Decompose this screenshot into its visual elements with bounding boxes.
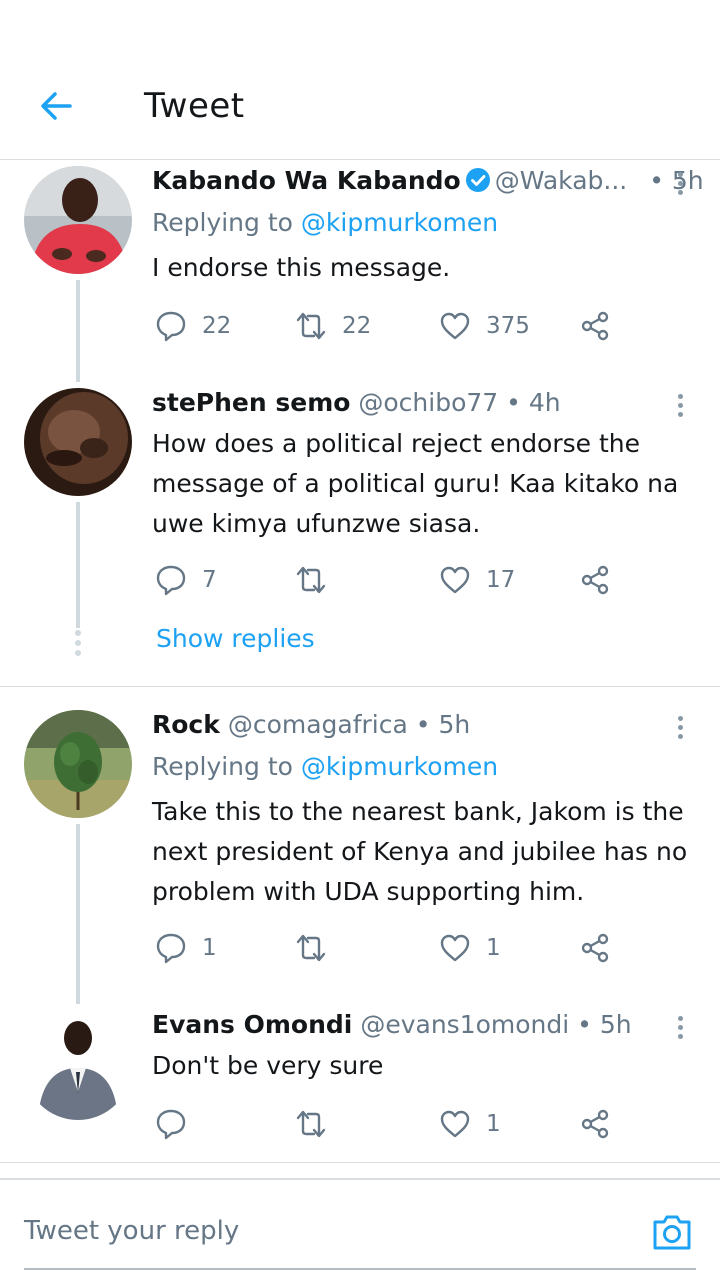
tweet-text: How does a political reject endorse the …	[152, 429, 679, 538]
like-count: 1	[486, 935, 501, 961]
timestamp: • 5h	[415, 710, 471, 739]
timestamp: • 5h	[577, 1010, 632, 1039]
share-button[interactable]	[578, 560, 612, 600]
retweet-button[interactable]	[294, 560, 342, 600]
thread-line	[76, 502, 80, 628]
display-name[interactable]: Rock	[152, 710, 220, 739]
more-options-icon[interactable]	[668, 168, 692, 198]
tweet-kabando[interactable]: Kabando Wa Kabando @Wakab... • 5h Replyin…	[0, 160, 720, 382]
camera-icon[interactable]	[650, 1210, 694, 1254]
tweet-header: Rock @comagafrica • 5h	[152, 710, 470, 739]
mention-link[interactable]: @kipmurkomen	[301, 208, 498, 237]
like-count: 1	[486, 1111, 501, 1137]
avatar[interactable]	[24, 388, 132, 496]
reply-button[interactable]: 1	[154, 928, 217, 968]
share-button[interactable]	[578, 306, 612, 346]
share-icon	[581, 565, 609, 595]
reply-count: 1	[202, 935, 217, 961]
show-replies-link[interactable]: Show replies	[156, 624, 315, 653]
reply-button[interactable]	[154, 1104, 202, 1144]
like-count: 17	[486, 567, 516, 593]
more-options-icon[interactable]	[668, 712, 692, 742]
handle[interactable]: @Wakab...	[495, 166, 628, 195]
like-button[interactable]: 375	[438, 306, 530, 346]
heart-icon	[440, 312, 470, 340]
tweet-actions: 22 22 375	[152, 306, 632, 346]
reply-count: 22	[202, 313, 232, 339]
retweet-icon	[296, 934, 326, 962]
tweet-header: Kabando Wa Kabando @Wakab... • 5h	[152, 166, 704, 195]
back-arrow-icon[interactable]	[36, 86, 76, 126]
retweet-count: 22	[342, 313, 372, 339]
reply-input[interactable]: Tweet your reply	[24, 1216, 239, 1246]
tweet-actions: 7 17	[152, 560, 632, 600]
tweet-header: stePhen semo @ochibo77 • 4h	[152, 388, 561, 417]
tweet-rock[interactable]: Rock @comagafrica • 5h Replying to @kipm…	[0, 704, 720, 1004]
reply-count: 7	[202, 567, 217, 593]
mention-link[interactable]: @kipmurkomen	[301, 752, 498, 781]
share-button[interactable]	[578, 928, 612, 968]
tweet-text: I endorse this message.	[152, 253, 451, 282]
more-replies-dots	[74, 630, 82, 660]
tweet-actions: 1 1	[152, 928, 632, 968]
handle[interactable]: @ochibo77	[358, 388, 498, 417]
avatar[interactable]	[24, 1012, 132, 1120]
reply-icon	[156, 1109, 186, 1140]
retweet-button[interactable]	[294, 1104, 342, 1144]
thread-line	[76, 824, 80, 1004]
verified-badge-icon	[465, 167, 491, 193]
share-icon	[581, 311, 609, 341]
avatar[interactable]	[24, 710, 132, 818]
timestamp: • 4h	[506, 388, 561, 417]
avatar[interactable]	[24, 166, 132, 274]
handle[interactable]: @evans1omondi	[360, 1010, 569, 1039]
retweet-button[interactable]	[294, 928, 342, 968]
tweet-evans[interactable]: Evans Omondi @evans1omondi • 5h Don't be…	[0, 1006, 720, 1162]
tweet-actions: 1	[152, 1104, 632, 1144]
retweet-button[interactable]: 22	[294, 306, 371, 346]
more-options-icon[interactable]	[668, 1012, 692, 1042]
reply-icon	[156, 565, 186, 596]
like-button[interactable]: 1	[438, 1104, 501, 1144]
replying-to: Replying to @kipmurkomen	[152, 752, 499, 781]
tweet-text: Take this to the nearest bank, Jakom is …	[152, 797, 688, 906]
like-count: 375	[486, 313, 530, 339]
heart-icon	[440, 566, 470, 594]
reply-icon	[156, 311, 186, 342]
reply-input-underline	[24, 1268, 696, 1270]
retweet-icon	[296, 312, 326, 340]
handle[interactable]: @comagafrica	[228, 710, 408, 739]
share-button[interactable]	[578, 1104, 612, 1144]
tweet-header: Evans Omondi @evans1omondi • 5h	[152, 1010, 632, 1039]
reply-icon	[156, 933, 186, 964]
heart-icon	[440, 1110, 470, 1138]
display-name[interactable]: stePhen semo	[152, 388, 350, 417]
display-name[interactable]: Evans Omondi	[152, 1010, 352, 1039]
reply-button[interactable]: 7	[154, 560, 217, 600]
tweet-stephen[interactable]: stePhen semo @ochibo77 • 4h How does a p…	[0, 382, 720, 687]
share-icon	[581, 933, 609, 963]
replying-to: Replying to @kipmurkomen	[152, 208, 499, 237]
tweet-text: Don't be very sure	[152, 1051, 384, 1080]
reply-button[interactable]: 22	[154, 306, 231, 346]
top-bar: Tweet	[0, 0, 720, 160]
more-options-icon[interactable]	[668, 390, 692, 420]
divider	[0, 1162, 720, 1163]
page-title: Tweet	[144, 86, 245, 126]
divider	[0, 686, 720, 687]
retweet-icon	[296, 566, 326, 594]
display-name[interactable]: Kabando Wa Kabando	[152, 166, 461, 195]
like-button[interactable]: 17	[438, 560, 515, 600]
retweet-icon	[296, 1110, 326, 1138]
like-button[interactable]: 1	[438, 928, 501, 968]
thread-line	[76, 280, 80, 382]
share-icon	[581, 1109, 609, 1139]
heart-icon	[440, 934, 470, 962]
reply-composer: Tweet your reply	[0, 1178, 720, 1280]
